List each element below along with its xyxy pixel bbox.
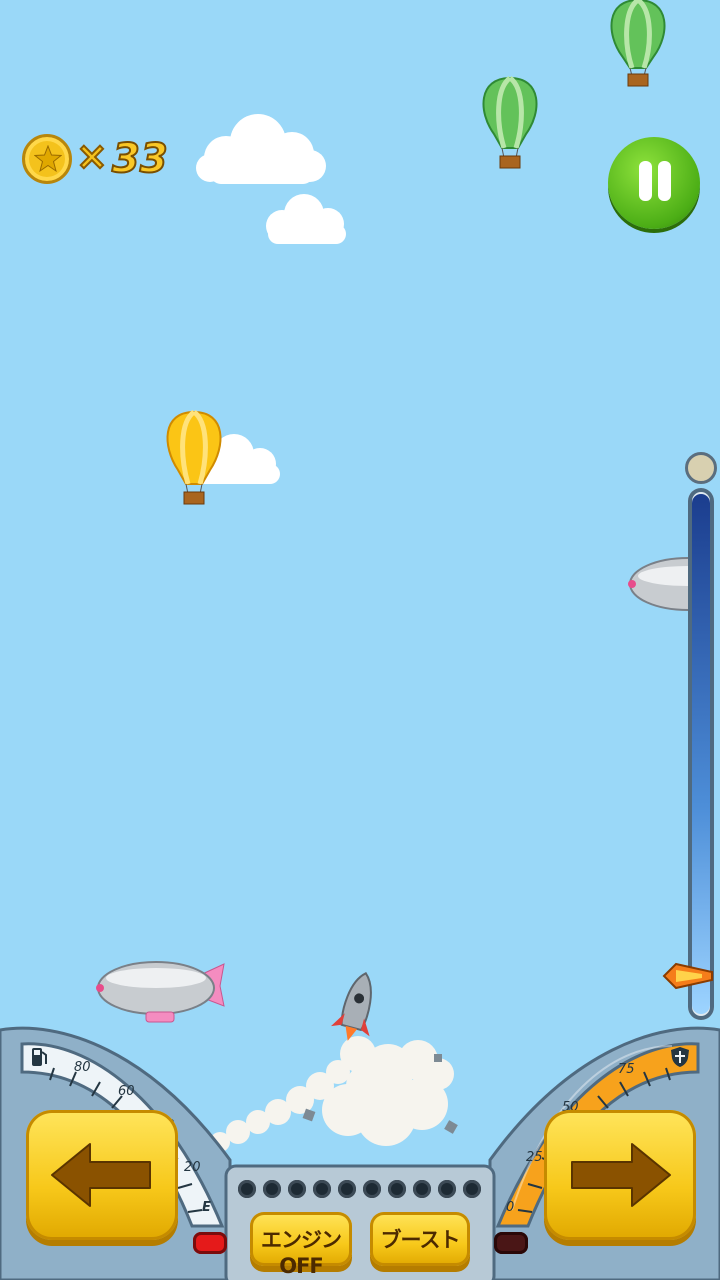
- fuel-tick-label: E: [202, 1200, 211, 1215]
- hot-air-balloon-icon: [166, 410, 222, 505]
- hot-air-balloon-icon: [610, 0, 666, 87]
- coin-count: 33: [111, 135, 169, 183]
- shield-tick-label: 25: [526, 1150, 543, 1165]
- fuel-tick-label: 80: [74, 1060, 91, 1075]
- arrow-right-icon: [571, 1143, 671, 1207]
- arrow-left-icon: [51, 1143, 151, 1207]
- pause-button[interactable]: [608, 137, 700, 229]
- blimp-icon: [628, 557, 688, 611]
- fuel-tick-label: 20: [184, 1160, 201, 1175]
- indicator-light: [263, 1180, 281, 1198]
- altitude-meter: [662, 440, 720, 1030]
- move-left-button[interactable]: [26, 1110, 178, 1240]
- indicator-light: [238, 1180, 256, 1198]
- indicator-lights-row: [236, 1178, 484, 1204]
- rocket-marker-icon: [662, 962, 713, 990]
- indicator-light: [363, 1180, 381, 1198]
- pause-icon: [658, 161, 671, 201]
- indicator-light: [463, 1180, 481, 1198]
- indicator-light: [313, 1180, 331, 1198]
- indicator-light: [413, 1180, 431, 1198]
- fuel-pump-icon: [32, 1048, 47, 1066]
- altitude-fill: [692, 494, 710, 1014]
- indicator-light: [438, 1180, 456, 1198]
- moon-icon: [685, 452, 717, 484]
- shield-icon: [671, 1047, 689, 1067]
- indicator-light: [288, 1180, 306, 1198]
- right-warning-light: [494, 1232, 528, 1254]
- cloud: [196, 114, 326, 184]
- engine-off-button[interactable]: エンジンOFF: [250, 1212, 352, 1278]
- coin-counter: × 33: [22, 133, 182, 190]
- shield-tick-label: 75: [618, 1062, 635, 1077]
- fuel-tick-label: 60: [118, 1084, 135, 1099]
- shield-tick-label: 0: [506, 1200, 515, 1215]
- boost-button[interactable]: ブースト: [370, 1212, 470, 1266]
- coin-multiplier: ×: [75, 133, 109, 179]
- boost-label: ブースト: [380, 1228, 461, 1252]
- engine-off-label: エンジンOFF: [261, 1228, 342, 1278]
- left-warning-light: [193, 1232, 227, 1254]
- coin-icon: [22, 134, 72, 184]
- pause-icon: [639, 161, 652, 201]
- cloud: [266, 194, 346, 244]
- hot-air-balloon-icon: [482, 76, 538, 169]
- move-right-button[interactable]: [544, 1110, 696, 1240]
- indicator-light: [388, 1180, 406, 1198]
- indicator-light: [338, 1180, 356, 1198]
